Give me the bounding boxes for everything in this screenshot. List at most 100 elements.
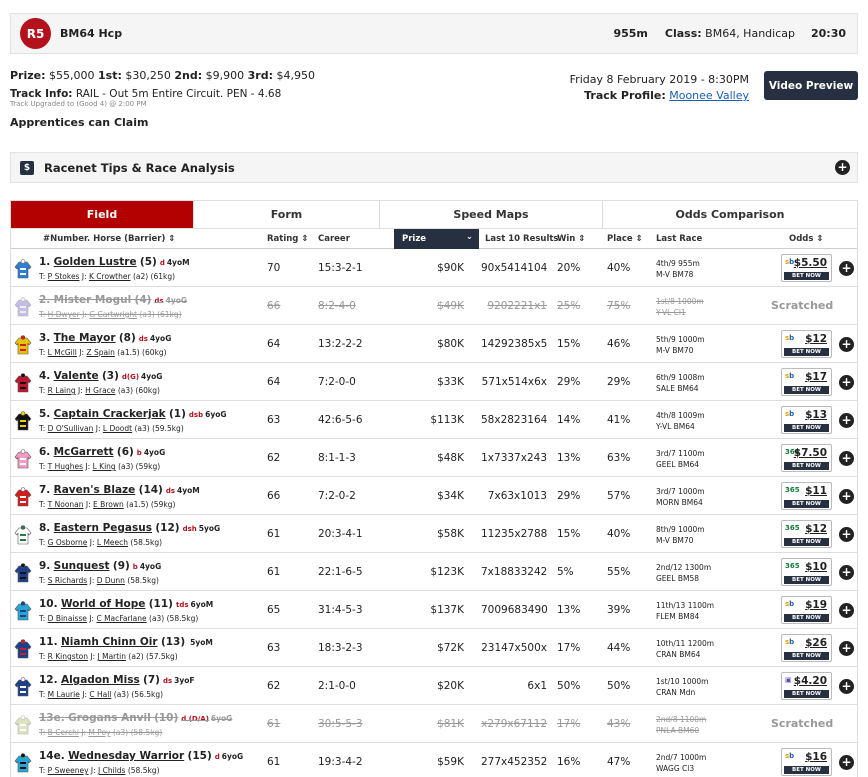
odds-button[interactable]: 365 $12 BET NOW: [781, 520, 832, 548]
jockey-link[interactable]: K Crowther: [89, 272, 131, 281]
trainer-link[interactable]: T Hughes: [48, 462, 83, 471]
jockey-link[interactable]: C Hall: [89, 690, 111, 699]
col-win[interactable]: Win ⇕: [557, 234, 585, 244]
trainer-link[interactable]: R Kingston: [48, 652, 88, 661]
trainer-link[interactable]: D O'Sullivan: [48, 424, 94, 433]
odds-button[interactable]: sb $26 BET NOW: [781, 634, 832, 662]
horse-name-link[interactable]: McGarrett: [54, 446, 114, 458]
horse-name-link[interactable]: World of Hope: [61, 598, 145, 610]
jockey-link[interactable]: G Cartwright: [89, 310, 137, 319]
last-race: 2nd/12 1300m GEEL BM58: [656, 563, 712, 583]
horse-name-link[interactable]: Golden Lustre: [54, 256, 137, 268]
horse-name-link[interactable]: Mister Mogul: [54, 294, 132, 306]
win-percent: 15%: [557, 338, 581, 350]
scratched-label: Scratched: [771, 299, 834, 312]
odds-button[interactable]: sb $17 BET NOW: [781, 368, 832, 396]
jockey-silks-icon: [14, 601, 32, 621]
add-plus-icon[interactable]: +: [839, 451, 854, 466]
horse-name-link[interactable]: Eastern Pegasus: [54, 522, 152, 534]
expand-plus-icon[interactable]: +: [835, 160, 850, 175]
tab-odds-comparison[interactable]: Odds Comparison: [603, 201, 857, 228]
horse-name-link[interactable]: Raven's Blaze: [54, 484, 136, 496]
jockey-silks-icon: [14, 297, 32, 317]
odds-value: $5.50: [793, 257, 827, 269]
col-prize[interactable]: Prize ⌄: [394, 229, 479, 249]
odds-button[interactable]: sb $16 BET NOW: [781, 748, 832, 776]
video-preview-button[interactable]: Video Preview: [764, 71, 858, 100]
col-odds[interactable]: Odds ⇕: [789, 234, 824, 244]
jockey-link[interactable]: M Poy: [88, 728, 110, 737]
jockey-link[interactable]: C MacFarlane: [96, 614, 146, 623]
odds-button[interactable]: sb $12 BET NOW: [781, 330, 832, 358]
bookmaker-icon: sb: [785, 600, 795, 608]
trainer-link[interactable]: T Noonan: [48, 500, 84, 509]
tips-panel[interactable]: $ Racenet Tips & Race Analysis +: [10, 152, 858, 183]
horse-tag: d: [214, 753, 220, 761]
jockey-link[interactable]: Z Spain: [86, 348, 114, 357]
add-plus-icon[interactable]: +: [839, 641, 854, 656]
trainer-link[interactable]: G Osborne: [48, 538, 88, 547]
horse-name-link[interactable]: Sunquest: [54, 560, 110, 572]
tab-field[interactable]: Field: [11, 201, 194, 228]
bookmaker-icon: 365: [785, 524, 800, 532]
trainer-link[interactable]: P Stokes: [48, 272, 80, 281]
jockey-silks-icon: [14, 753, 32, 773]
jockey-link[interactable]: H Grace: [85, 386, 115, 395]
jockey-link[interactable]: L Meech: [97, 538, 128, 547]
add-plus-icon[interactable]: +: [839, 565, 854, 580]
add-plus-icon[interactable]: +: [839, 261, 854, 276]
horse-name-link[interactable]: Grogans Anvil: [68, 712, 151, 724]
dollar-icon: $: [20, 160, 34, 175]
jockey-link[interactable]: J Martin: [98, 652, 127, 661]
career: 13:2-2-2: [318, 338, 363, 350]
add-plus-icon[interactable]: +: [839, 489, 854, 504]
trainer-link[interactable]: R Laing: [48, 386, 76, 395]
trainer-link[interactable]: B Cerchi: [48, 728, 79, 737]
rating: 64: [267, 376, 281, 388]
sort-chevron-icon: ⌄: [465, 232, 473, 242]
odds-button[interactable]: 365 $10 BET NOW: [781, 558, 832, 586]
horse-name-link[interactable]: Algadon Miss: [61, 674, 140, 686]
table-row: 2. Mister Mogul (4) ds 4yoG T: H Dwyer J: G…: [11, 287, 857, 325]
col-rating[interactable]: Rating ⇕: [267, 234, 308, 244]
trainer-link[interactable]: H Dwyer: [48, 310, 80, 319]
add-plus-icon[interactable]: +: [839, 413, 854, 428]
odds-button[interactable]: sb $13 BET NOW: [781, 406, 832, 434]
add-plus-icon[interactable]: +: [839, 527, 854, 542]
win-percent: 16%: [557, 756, 581, 768]
add-plus-icon[interactable]: +: [839, 603, 854, 618]
tab-form[interactable]: Form: [194, 201, 380, 228]
col-horse[interactable]: #Number. Horse (Barrier) ⇕: [43, 234, 175, 244]
horse-name-link[interactable]: The Mayor: [54, 332, 116, 344]
odds-button[interactable]: sb $19 BET NOW: [781, 596, 832, 624]
jockey-link[interactable]: J Childs: [98, 766, 125, 775]
last-10-results: 11235x2788: [481, 528, 548, 540]
tab-speed-maps[interactable]: Speed Maps: [380, 201, 603, 228]
odds-button[interactable]: 365 $7.50 BET NOW: [781, 444, 832, 472]
horse-name-link[interactable]: Valente: [54, 370, 99, 382]
horse-tag: dsb: [188, 411, 204, 419]
trainer-link[interactable]: M Laurie: [48, 690, 80, 699]
prize-money-value: $48K: [437, 452, 464, 464]
add-plus-icon[interactable]: +: [839, 755, 854, 770]
jockey-link[interactable]: L Doodt: [103, 424, 132, 433]
race-distance: 955m: [613, 27, 648, 40]
odds-button[interactable]: ▣ $4.20 BET NOW: [781, 672, 832, 700]
col-place[interactable]: Place ⇕: [607, 234, 643, 244]
horse-name-link[interactable]: Wednesday Warrior: [68, 750, 184, 762]
horse-name-link[interactable]: Captain Crackerjak: [54, 408, 166, 420]
trainer-link[interactable]: P Sweeney: [48, 766, 89, 775]
trainer-link[interactable]: L McGill: [48, 348, 77, 357]
track-profile-link[interactable]: Moonee Valley: [669, 89, 749, 102]
horse-name-link[interactable]: Niamh Chinn Oir: [61, 636, 158, 648]
add-plus-icon[interactable]: +: [839, 679, 854, 694]
odds-button[interactable]: sb $5.50 BET NOW: [781, 254, 832, 282]
add-plus-icon[interactable]: +: [839, 375, 854, 390]
trainer-link[interactable]: D Binaisse: [48, 614, 87, 623]
jockey-link[interactable]: D Dunn: [97, 576, 125, 585]
odds-button[interactable]: 365 $11 BET NOW: [781, 482, 832, 510]
jockey-link[interactable]: E Brown: [93, 500, 124, 509]
trainer-link[interactable]: S Richards: [48, 576, 88, 585]
add-plus-icon[interactable]: +: [839, 337, 854, 352]
jockey-link[interactable]: L King: [93, 462, 116, 471]
